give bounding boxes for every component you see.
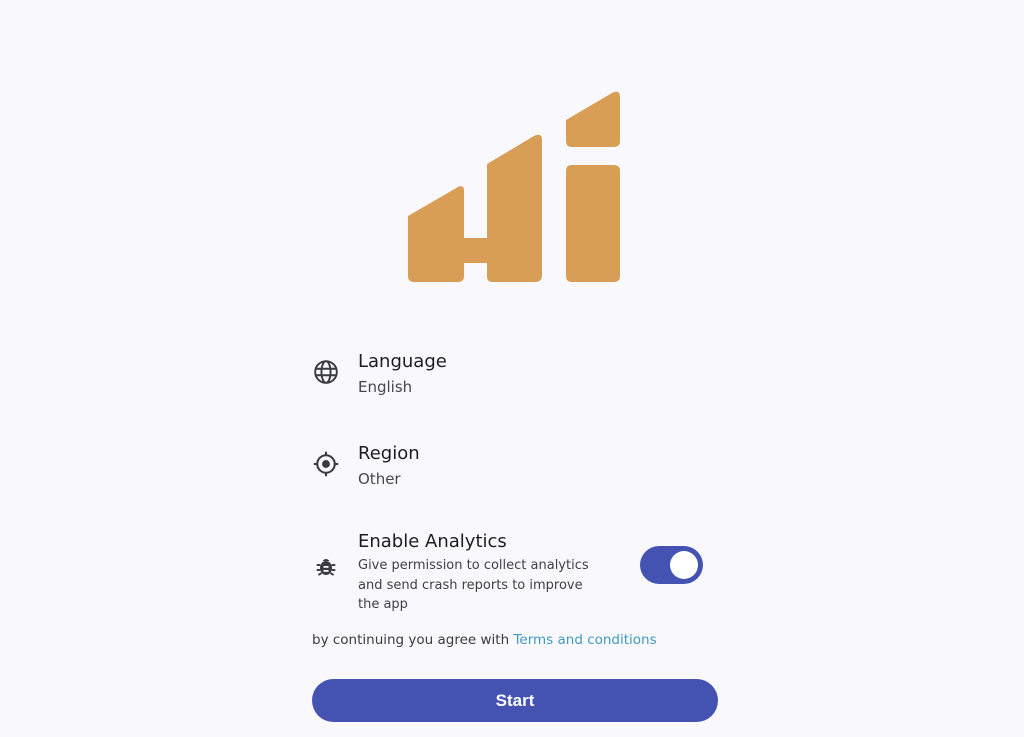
analytics-title: Enable Analytics: [358, 531, 507, 552]
language-value: English: [358, 378, 413, 396]
region-value: Other: [358, 470, 401, 488]
terms-notice: by continuing you agree with Terms and c…: [312, 632, 657, 648]
language-text: Language English: [358, 350, 447, 397]
location-target-icon: [312, 450, 340, 478]
analytics-toggle[interactable]: [640, 546, 703, 584]
terms-prefix: by continuing you agree with: [312, 632, 514, 648]
region-title: Region: [358, 443, 420, 464]
globe-icon: [312, 358, 340, 386]
bug-icon: [312, 552, 340, 580]
start-button[interactable]: Start: [312, 679, 718, 722]
analytics-description: Give permission to collect analytics and…: [358, 558, 589, 612]
toggle-knob: [670, 551, 698, 579]
language-setting[interactable]: Language English: [312, 350, 722, 402]
analytics-setting: Enable Analytics Give permission to coll…: [312, 530, 722, 614]
analytics-text: Enable Analytics Give permission to coll…: [358, 530, 606, 615]
language-title: Language: [358, 351, 447, 372]
region-setting[interactable]: Region Other: [312, 442, 722, 494]
app-logo: [408, 91, 620, 282]
region-text: Region Other: [358, 442, 420, 489]
terms-link[interactable]: Terms and conditions: [513, 632, 656, 648]
